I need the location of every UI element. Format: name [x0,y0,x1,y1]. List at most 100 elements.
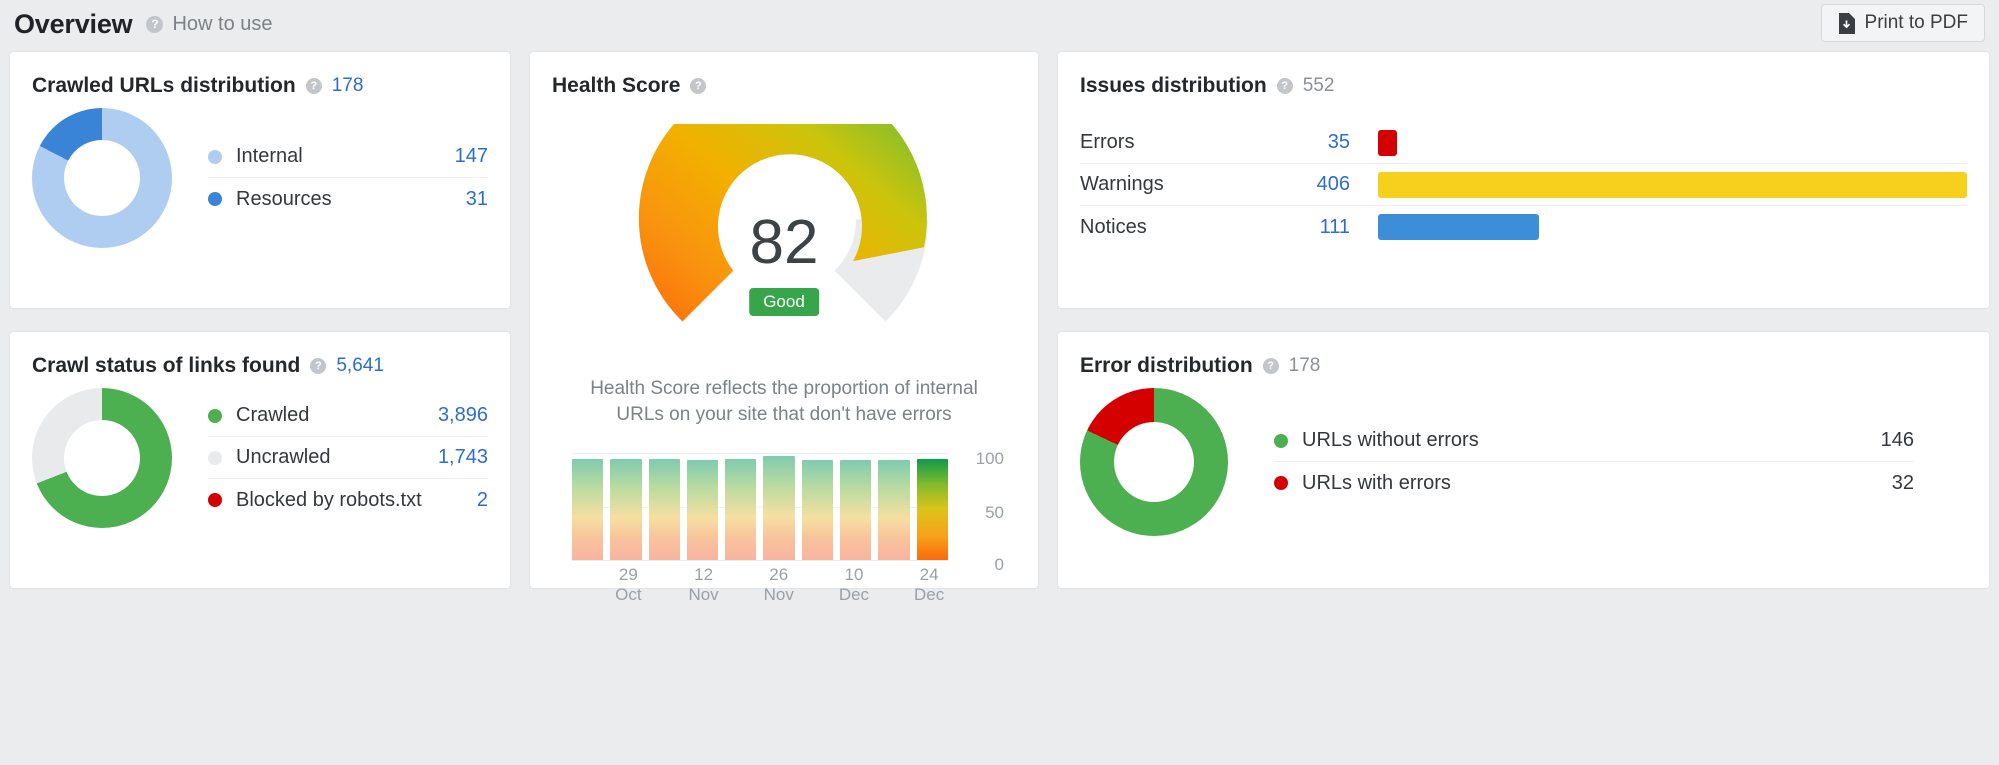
history-bar[interactable] [878,460,909,561]
history-bar[interactable] [687,460,718,561]
legend-item[interactable]: Crawled 3,896 [208,395,488,437]
legend-color-dot [1274,434,1288,448]
error-distribution-donut-chart [1080,388,1228,536]
help-circle-icon[interactable]: ? [306,78,322,94]
x-tick-label [647,565,685,605]
x-tick-label [798,565,836,605]
x-tick-label: 12 Nov [685,565,723,605]
issue-bar-track [1378,130,1967,156]
card-header: Crawled URLs distribution ? 178 [10,52,510,98]
x-tick-label [722,565,760,605]
history-bar[interactable] [649,459,680,561]
x-tick-label [873,565,911,605]
history-bar[interactable] [763,456,794,560]
card-header: Crawl status of links found ? 5,641 [10,332,510,378]
history-bar[interactable] [572,459,603,561]
legend-label: URLs without errors [1302,429,1881,452]
crawled-urls-donut-chart [32,108,172,248]
legend-item[interactable]: Uncrawled 1,743 [208,437,488,479]
issue-value: 111 [1240,216,1350,239]
help-circle-icon[interactable]: ? [310,358,326,374]
error-distribution-total: 178 [1289,355,1321,377]
overview-dashboard: Overview ? How to use Print to PDF Crawl… [0,0,1999,765]
issue-bar-track [1378,172,1967,198]
legend-label: Uncrawled [236,446,438,469]
help-circle-icon[interactable]: ? [690,78,706,94]
legend-color-dot [208,451,222,465]
legend-value: 31 [466,188,488,211]
donut-chart-with-legend: URLs without errors 146 URLs with errors… [1058,378,1989,536]
issue-bar [1378,214,1539,240]
crawl-status-legend: Crawled 3,896 Uncrawled 1,743 Blocked by… [208,395,488,521]
legend-label: URLs with errors [1302,472,1892,495]
history-bar-current[interactable] [917,459,948,561]
legend-value: 3,896 [438,404,488,427]
health-score-history-chart: 100 50 0 29 Oct 12 Nov 26 Nov 10 Dec 24 … [572,453,1004,583]
legend-value: 1,743 [438,446,488,469]
health-score-value: 82 [634,212,934,274]
health-score-description: Health Score reflects the proportion of … [564,376,1004,427]
crawled-urls-total: 178 [332,75,364,97]
legend-color-dot [208,150,222,164]
history-bars [572,453,948,561]
issue-value: 35 [1240,131,1350,154]
card-header: Error distribution ? 178 [1058,332,1989,378]
how-to-use-link[interactable]: ? How to use [146,13,272,36]
crawl-status-donut-chart [32,388,172,528]
history-bar[interactable] [802,460,833,561]
crawled-urls-distribution-card: Crawled URLs distribution ? 178 Internal… [10,52,510,308]
page-header: Overview ? How to use Print to PDF [0,0,1999,48]
issues-distribution-card: Issues distribution ? 552 Errors 35 Warn… [1058,52,1989,308]
print-to-pdf-button[interactable]: Print to PDF [1821,4,1985,42]
history-bar[interactable] [725,459,756,561]
x-tick-label: 24 Dec [910,565,948,605]
error-distribution-legend: URLs without errors 146 URLs with errors… [1274,420,1914,504]
legend-value: 147 [455,145,488,168]
y-tick-50: 50 [985,503,1004,523]
issues-bar-list: Errors 35 Warnings 406 Notices 111 [1058,98,1989,248]
crawl-status-card: Crawl status of links found ? 5,641 Craw… [10,332,510,588]
help-circle-icon[interactable]: ? [146,16,163,33]
print-to-pdf-label: Print to PDF [1865,12,1968,34]
issue-row[interactable]: Notices 111 [1080,206,1967,248]
legend-label: Resources [236,188,466,211]
legend-item[interactable]: Resources 31 [208,178,488,220]
history-bar[interactable] [610,459,641,561]
health-score-card: Health Score ? [530,52,1038,588]
error-distribution-card: Error distribution ? 178 URLs without er… [1058,332,1989,588]
legend-label: Internal [236,145,455,168]
issue-row[interactable]: Warnings 406 [1080,164,1967,206]
crawl-status-total: 5,641 [336,355,384,377]
legend-value: 2 [477,489,488,512]
legend-color-dot [208,493,222,507]
history-y-axis: 100 50 0 [954,443,1004,571]
health-score-badge: Good [749,288,819,316]
legend-item[interactable]: URLs with errors 32 [1274,462,1914,504]
legend-value: 146 [1881,429,1914,452]
x-tick-label: 10 Dec [835,565,873,605]
health-score-gauge: 82 Good [634,124,934,356]
legend-color-dot [1274,476,1288,490]
legend-item[interactable]: URLs without errors 146 [1274,420,1914,462]
legend-label: Blocked by robots.txt [236,489,477,512]
crawled-urls-legend: Internal 147 Resources 31 [208,136,488,220]
legend-color-dot [208,192,222,206]
help-circle-icon[interactable]: ? [1277,78,1293,94]
issue-bar [1378,130,1397,156]
x-tick-label: 26 Nov [760,565,798,605]
y-tick-100: 100 [976,449,1004,469]
history-x-axis: 29 Oct 12 Nov 26 Nov 10 Dec 24 Dec [572,565,948,605]
issue-row[interactable]: Errors 35 [1080,122,1967,164]
history-bar[interactable] [840,460,871,561]
issues-total: 552 [1303,75,1335,97]
page-title: Overview [14,9,132,40]
card-header: Issues distribution ? 552 [1058,52,1989,98]
issue-bar [1378,172,1967,198]
legend-value: 32 [1892,472,1914,495]
card-title: Crawled URLs distribution [32,74,296,98]
help-circle-icon[interactable]: ? [1263,358,1279,374]
issue-bar-track [1378,214,1967,240]
legend-item[interactable]: Blocked by robots.txt 2 [208,479,488,521]
legend-item[interactable]: Internal 147 [208,136,488,178]
legend-label: Crawled [236,404,438,427]
